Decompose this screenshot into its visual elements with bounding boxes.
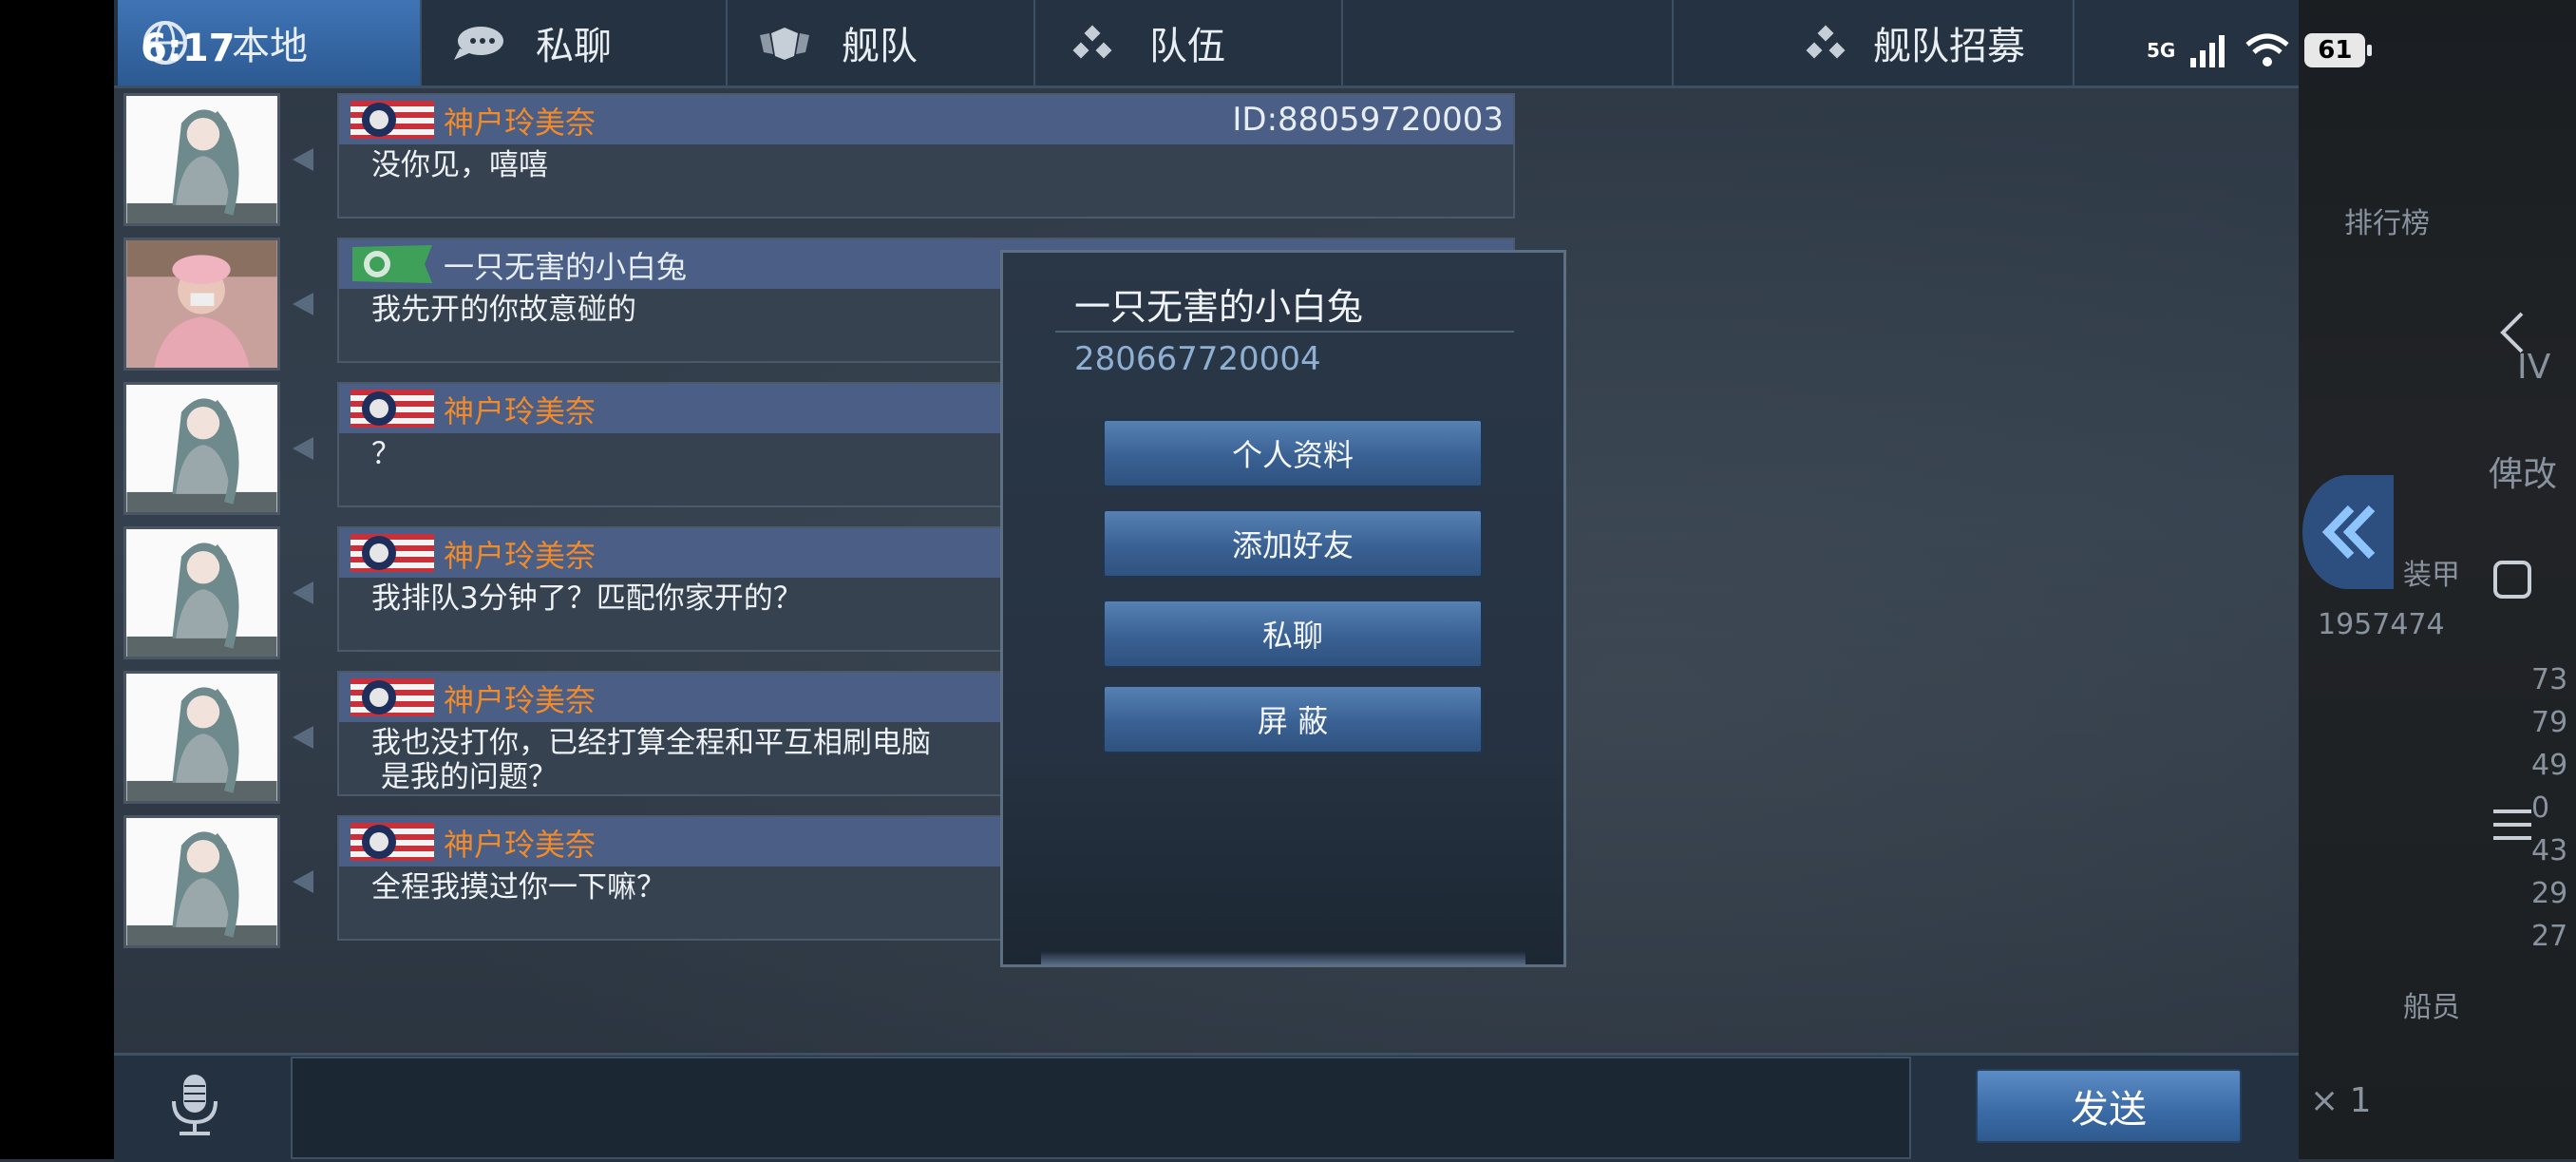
tab-label: 舰队 [842,25,918,68]
sender-name[interactable]: 神户玲美奈 [444,676,596,720]
us-flag-icon [350,534,434,572]
anime-girl-avatar[interactable] [123,382,280,515]
multiplier-label: × 1 [2310,1081,2372,1120]
message-text: 我排队3分钟了？匹配你家开的？ [371,581,803,616]
stat-value: 79 [2531,706,2568,739]
message-bubble: 神户玲美奈 ID:88059720003 没你见，嘻嘻 [337,93,1515,219]
bubble-pointer [293,293,313,315]
message-text: 我先开的你故意碰的 [371,293,636,327]
sender-name[interactable]: 神户玲美奈 [444,821,596,865]
voice-input-button[interactable] [152,1067,237,1143]
nav-home-button[interactable] [2489,556,2536,603]
anime-girl-avatar[interactable] [123,526,280,659]
recruit-dots-icon [1797,19,1854,67]
stat-value: 29 [2531,877,2568,910]
stat-value: 27 [2531,920,2568,953]
signal-icon [2190,35,2226,67]
square-home-icon [2493,561,2531,599]
chat-tab-bar: 本地 私聊 舰队 队伍 舰队招募 [114,0,2299,88]
status-time: 6:17 [141,27,236,70]
tab-fleet[interactable]: 舰队 [728,0,1035,86]
anime-girl-avatar[interactable] [123,671,280,804]
bubble-pointer [293,870,313,893]
add-friend-button[interactable]: 添加好友 [1103,509,1483,578]
sender-name[interactable]: 一只无害的小白兔 [444,243,687,287]
tab-fleet-recruit[interactable]: 舰队招募 [1672,0,2074,86]
stat-value: 73 [2531,663,2568,696]
tab-team[interactable]: 队伍 [1035,0,1343,86]
message-header: 神户玲美奈 ID:88059720003 [339,95,1513,144]
status-icons: 5G 61 [2147,27,2373,74]
sender-name[interactable]: 神户玲美奈 [444,388,596,431]
message-text: 我也没打你，已经打算全程和平互相刷电脑 是我的问题？ [371,726,931,794]
chat-input-field[interactable] [291,1057,1911,1159]
anime-girl-avatar[interactable] [123,815,280,948]
private-chat-button[interactable]: 私聊 [1103,600,1483,668]
double-chevron-left-icon [2321,505,2376,560]
chat-message: 神户玲美奈 ID:88059720003 没你见，嘻嘻 [123,93,1520,232]
nav-menu-button[interactable] [2489,801,2536,848]
armor-label: 装甲 [2403,559,2460,592]
battery-indicator: 61 [2304,33,2373,67]
us-flag-icon [350,390,434,428]
green-flag-icon [352,245,432,283]
left-screen-edge [0,0,114,1159]
stat-number: 1957474 [2318,608,2445,641]
sender-name[interactable]: 神户玲美奈 [444,99,596,143]
bubble-pointer [293,726,313,749]
bubble-pointer [293,437,313,460]
message-text: 全程我摸过你一下嘛？ [371,870,666,905]
network-type: 5G [2147,39,2176,62]
crew-label: 船员 [2403,991,2460,1024]
popup-player-name: 一只无害的小白兔 [1074,286,1364,328]
profile-button[interactable]: 个人资料 [1103,419,1483,487]
nav-back-button[interactable] [2489,309,2536,356]
bubble-pointer [293,581,313,604]
popup-divider [1055,331,1514,333]
chat-bubble-icon [450,19,507,67]
person-photo-avatar[interactable] [123,238,280,371]
send-button[interactable]: 发送 [1976,1069,2242,1143]
tab-label: 本地 [232,25,308,68]
sender-name[interactable]: 神户玲美奈 [444,532,596,576]
bubble-pointer [293,148,313,171]
message-text: ？ [371,437,401,471]
tab-label: 舰队招募 [1873,25,2025,68]
us-flag-icon [350,678,434,716]
ship-mod-label: 俾改 [2489,455,2558,494]
us-flag-icon [350,823,434,861]
anime-girl-avatar[interactable] [123,93,280,226]
fleet-shield-icon [756,19,813,67]
menu-lines-icon [2493,810,2531,840]
collapse-panel-button[interactable] [2302,475,2394,589]
back-chevron-icon [2500,312,2524,353]
message-text: 没你见，嘻嘻 [371,148,548,182]
stat-value: 49 [2531,749,2568,782]
tab-label: 队伍 [1149,25,1225,68]
us-flag-icon [350,101,434,139]
popup-player-id: 280667720004 [1074,340,1321,378]
tab-label: 私聊 [536,25,612,68]
sender-id: ID:88059720003 [1232,101,1504,139]
wifi-icon [2245,33,2289,67]
rank-label: 排行榜 [2344,207,2430,240]
team-dots-icon [1064,19,1121,67]
tab-private-chat[interactable]: 私聊 [422,0,728,86]
microphone-icon [172,1075,218,1135]
player-action-popup: 一只无害的小白兔 280667720004 个人资料 添加好友 私聊 屏 蔽 [1000,250,1566,967]
block-button[interactable]: 屏 蔽 [1103,685,1483,753]
stat-value: 43 [2531,834,2568,867]
